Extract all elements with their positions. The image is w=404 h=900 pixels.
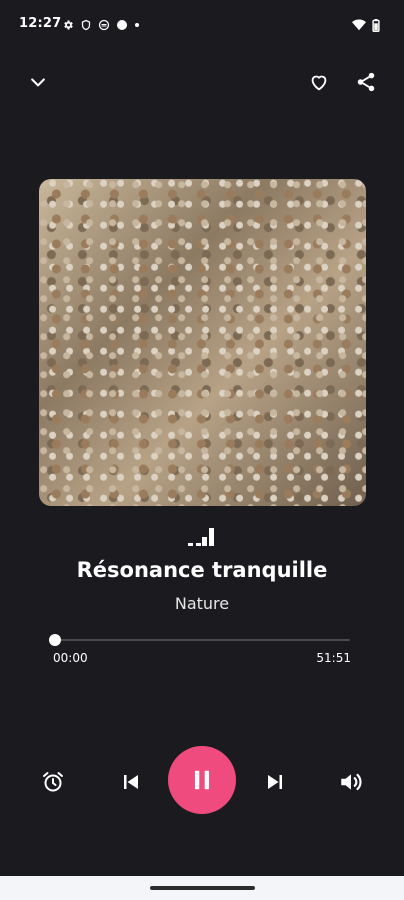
pause-icon	[194, 770, 210, 790]
status-system-icons	[352, 17, 380, 33]
small-dot-icon	[135, 23, 139, 27]
status-time: 12:27	[19, 16, 62, 31]
volume-icon	[341, 773, 362, 791]
sleep-timer-button[interactable]	[36, 765, 70, 799]
track-title: Résonance tranquille	[76, 558, 328, 582]
next-button[interactable]	[258, 765, 292, 799]
wifi-icon	[352, 19, 366, 31]
alarm-clock-icon	[43, 772, 63, 792]
shield-icon	[81, 19, 91, 31]
previous-button[interactable]	[114, 765, 148, 799]
seek-bar[interactable]	[49, 634, 350, 646]
heart-icon	[311, 75, 327, 91]
album-artwork	[39, 179, 366, 506]
equalizer-icon	[188, 526, 218, 546]
status-notification-icons	[62, 17, 140, 33]
chevron-down-icon	[31, 78, 45, 87]
system-navigation-bar	[0, 876, 404, 900]
volume-button[interactable]	[334, 765, 368, 799]
battery-icon	[372, 18, 380, 32]
skip-next-icon	[268, 775, 282, 789]
duration-time: 51:51	[316, 651, 351, 665]
favorite-button[interactable]	[299, 62, 339, 102]
status-bar: 12:27	[0, 0, 404, 52]
gear-icon	[64, 20, 73, 30]
share-button[interactable]	[346, 62, 386, 102]
track-artist: Nature	[174, 594, 230, 613]
play-pause-button[interactable]	[168, 746, 236, 814]
dot-icon	[117, 20, 127, 30]
collapse-button[interactable]	[18, 62, 58, 102]
skip-previous-icon	[124, 775, 138, 789]
home-gesture-handle[interactable]	[150, 886, 255, 890]
seek-thumb[interactable]	[49, 634, 61, 646]
share-icon	[357, 72, 375, 92]
sync-icon	[98, 19, 110, 31]
current-time: 00:00	[53, 651, 88, 665]
